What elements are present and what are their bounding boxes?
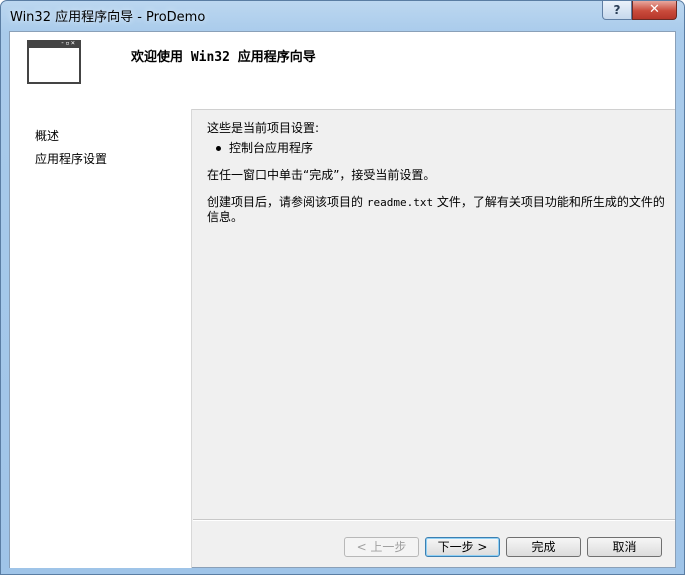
next-button[interactable]: 下一步 > xyxy=(425,537,500,557)
title-bar[interactable]: Win32 应用程序向导 - ProDemo ? ✕ xyxy=(1,1,684,31)
button-separator xyxy=(193,519,675,521)
readme-hint: 创建项目后，请参阅该项目的 readme.txt 文件，了解有关项目功能和所生成… xyxy=(207,195,667,224)
readme-hint-prefix: 创建项目后，请参阅该项目的 xyxy=(207,195,364,209)
nav-item-overview[interactable]: 概述 xyxy=(33,126,61,145)
window-title: Win32 应用程序向导 - ProDemo xyxy=(10,10,206,25)
finish-button[interactable]: 完成 xyxy=(506,537,581,557)
wizard-heading: 欢迎使用 Win32 应用程序向导 xyxy=(131,50,316,65)
nav-item-app-settings[interactable]: 应用程序设置 xyxy=(33,149,109,168)
bullet-text: 控制台应用程序 xyxy=(229,141,314,155)
finish-hint: 在任一窗口中单击“完成”，接受当前设置。 xyxy=(207,168,436,182)
close-button[interactable]: ✕ xyxy=(632,1,677,20)
bullet-icon xyxy=(216,146,221,151)
readme-filename: readme.txt xyxy=(366,196,434,209)
wizard-client-area: -▫× 欢迎使用 Win32 应用程序向导 概述 应用程序设置 这些是当前项目设… xyxy=(9,31,676,568)
wizard-content: 这些是当前项目设置: 控制台应用程序 在任一窗口中单击“完成”，接受当前设置。 … xyxy=(192,109,675,568)
window-icon-titlebar: -▫× xyxy=(29,39,79,48)
wizard-nav-pane: 概述 应用程序设置 xyxy=(10,109,192,568)
wizard-header: -▫× 欢迎使用 Win32 应用程序向导 xyxy=(10,32,675,110)
cancel-button[interactable]: 取消 xyxy=(587,537,662,557)
prev-button[interactable]: < 上一步 xyxy=(344,537,419,557)
settings-intro: 这些是当前项目设置: xyxy=(207,121,320,135)
help-button[interactable]: ? xyxy=(602,1,632,20)
window-icon: -▫× xyxy=(27,39,81,84)
settings-bullet: 控制台应用程序 xyxy=(216,141,676,155)
wizard-window: Win32 应用程序向导 - ProDemo ? ✕ -▫× 欢迎使用 Win3… xyxy=(0,0,685,575)
